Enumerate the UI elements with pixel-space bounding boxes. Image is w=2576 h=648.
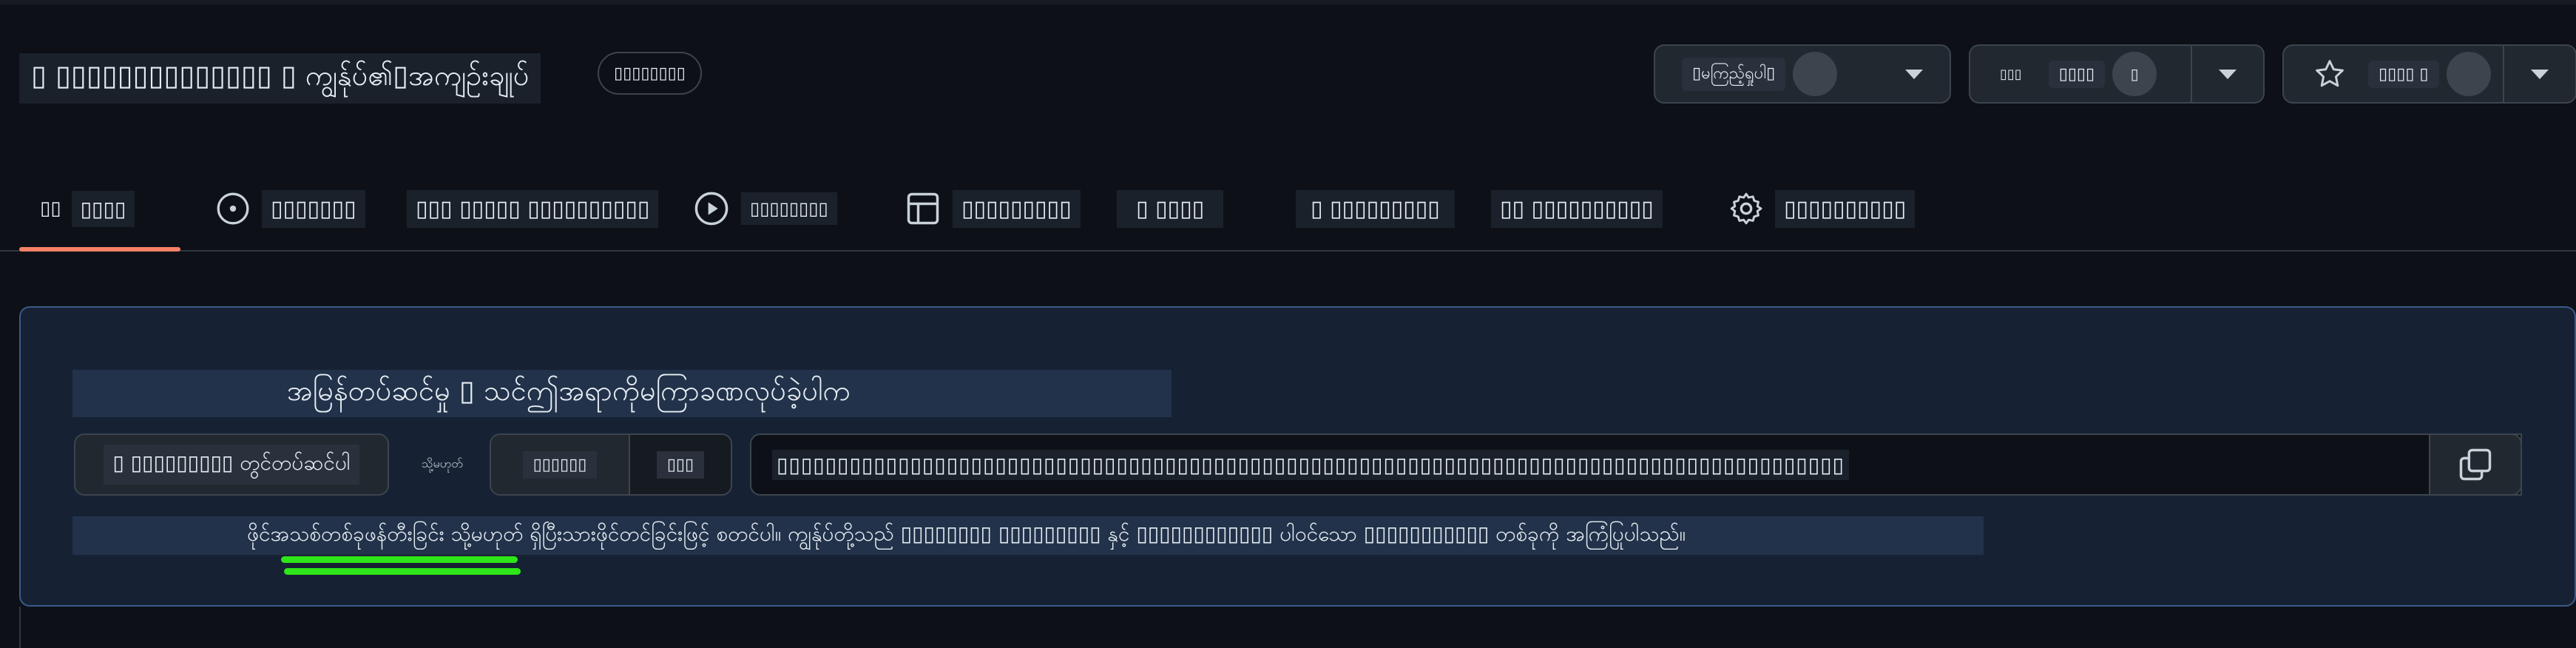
star-count <box>2446 52 2491 96</box>
fork-label: ▯▯▯▯ <box>2048 60 2106 88</box>
top-bar <box>0 0 2576 4</box>
setup-desktop-label: ▯ ▯▯▯▯▯▯▯▯▯ တွင်တပ်ဆင်ပါ <box>104 445 359 485</box>
chevron-down-icon <box>2531 69 2549 79</box>
highlight-underline <box>284 568 521 575</box>
protocol-label: ▯▯▯▯▯▯ <box>522 450 598 479</box>
tab-label: ▯▯▯▯ <box>71 190 135 227</box>
tab-label: ▯▯▯ ▯▯▯▯▯ ▯▯▯▯▯▯▯▯▯▯ <box>407 189 659 228</box>
quick-setup-hint: ဖိုင်အသစ်တစ်ခုဖန်တီးခြင်း သို့မဟုတ် ရှိပ… <box>72 516 1984 555</box>
star-dropdown[interactable] <box>2504 46 2575 102</box>
gear-icon <box>1730 192 1762 225</box>
copy-icon <box>2459 448 2492 481</box>
protocol-label: ▯▯▯ <box>656 450 705 479</box>
tabs-divider <box>0 250 2576 252</box>
tab-issues[interactable]: ▯▯▯▯▯▯▯ <box>214 167 365 250</box>
issue-opened-icon <box>217 192 249 225</box>
protocol-toggle: ▯▯▯▯▯▯ ▯▯▯ <box>490 433 732 496</box>
tab-label: ▯▯▯▯▯▯▯▯▯▯ <box>1775 189 1916 228</box>
tab-label: ▯▯▯▯▯▯▯▯▯ <box>953 189 1081 228</box>
tab-wiki[interactable]: ▯ ▯▯▯▯ <box>1117 167 1224 250</box>
fork-count: ▯ <box>2112 52 2157 96</box>
star-main[interactable]: ▯▯▯▯ ▯ <box>2284 46 2503 102</box>
tab-label: ▯▯ ▯▯▯▯▯▯▯▯▯▯ <box>1491 189 1663 228</box>
tab-label: ▯▯▯▯▯▯▯ <box>262 189 365 228</box>
clone-url-text: ▯▯▯▯▯▯▯▯▯▯▯▯▯▯▯▯▯▯▯▯▯▯▯▯▯▯▯▯▯▯▯▯▯▯▯▯▯▯▯▯… <box>772 449 1849 480</box>
repo-title[interactable]: ▯ ▯▯▯▯▯▯▯▯▯▯▯▯▯▯ ▯ ကျွန်ုပ်၏▯အကျဉ်းချုပ် <box>19 53 541 104</box>
star-button[interactable]: ▯▯▯▯ ▯ <box>2282 44 2576 104</box>
watch-button[interactable]: ▯မကြည့်ရှုပါ▯ <box>1654 44 1951 104</box>
active-tab-indicator <box>19 247 180 252</box>
star-icon <box>2316 60 2344 87</box>
watch-count <box>1793 52 1838 96</box>
visibility-badge: ▯▯▯▯▯▯▯▯ <box>598 52 702 95</box>
tab-pull-requests[interactable]: ▯▯▯ ▯▯▯▯▯ ▯▯▯▯▯▯▯▯▯▯ <box>407 167 659 250</box>
tab-settings[interactable]: ▯▯▯▯▯▯▯▯▯▯ <box>1728 167 1916 250</box>
tab-label: ▯ ▯▯▯▯ <box>1117 189 1224 228</box>
copy-url-button[interactable] <box>2429 433 2522 496</box>
tab-security[interactable]: ▯ ▯▯▯▯▯▯▯▯▯ <box>1296 167 1455 250</box>
chevron-down-icon <box>2219 69 2237 79</box>
fork-main[interactable]: ▯▯▯ ▯▯▯▯ ▯ <box>1970 46 2191 102</box>
protocol-option-https[interactable]: ▯▯▯▯▯▯ <box>491 435 629 494</box>
repo-nav-tabs: ▯▯ ▯▯▯▯ ▯▯▯▯▯▯▯ ▯▯▯ ▯▯▯▯▯ ▯▯▯▯▯▯▯▯▯▯ ▯▯▯… <box>19 167 2576 250</box>
fork-button[interactable]: ▯▯▯ ▯▯▯▯ ▯ <box>1969 44 2265 104</box>
highlight-underline <box>281 556 518 563</box>
clone-url-input[interactable]: ▯▯▯▯▯▯▯▯▯▯▯▯▯▯▯▯▯▯▯▯▯▯▯▯▯▯▯▯▯▯▯▯▯▯▯▯▯▯▯▯… <box>750 433 2522 496</box>
watch-dropdown[interactable] <box>1879 46 1950 102</box>
protocol-option-ssh[interactable]: ▯▯▯ <box>630 435 731 494</box>
panel-below <box>19 607 2576 648</box>
quick-setup-title: အမြန်တပ်ဆင်မှု ▯ သင်ဤအရာကိုမကြာခဏလုပ်ခဲ့… <box>72 370 1172 417</box>
play-icon <box>694 192 728 226</box>
chevron-down-icon <box>1905 69 1923 79</box>
tab-label: ▯▯▯▯▯▯▯▯ <box>741 192 837 225</box>
table-icon <box>907 192 939 225</box>
code-icon: ▯▯ <box>40 198 61 220</box>
tab-label: ▯ ▯▯▯▯▯▯▯▯▯ <box>1296 189 1455 228</box>
star-label: ▯▯▯▯ ▯ <box>2368 60 2439 88</box>
tab-actions[interactable]: ▯▯▯▯▯▯▯▯ <box>692 167 837 250</box>
watch-label: ▯မကြည့်ရှုပါ▯ <box>1682 57 1786 91</box>
fork-dropdown[interactable] <box>2192 46 2263 102</box>
fork-icon: ▯▯▯ <box>2000 66 2022 82</box>
watch-main[interactable]: ▯မကြည့်ရှုပါ▯ <box>1655 46 1879 102</box>
tab-insights[interactable]: ▯▯ ▯▯▯▯▯▯▯▯▯▯ <box>1491 167 1663 250</box>
setup-desktop-button[interactable]: ▯ ▯▯▯▯▯▯▯▯▯ တွင်တပ်ဆင်ပါ <box>74 433 389 496</box>
or-text: သို့မဟုတ် <box>422 456 463 470</box>
tab-code[interactable]: ▯▯ ▯▯▯▯ <box>40 167 135 250</box>
tab-projects[interactable]: ▯▯▯▯▯▯▯▯▯ <box>904 167 1081 250</box>
